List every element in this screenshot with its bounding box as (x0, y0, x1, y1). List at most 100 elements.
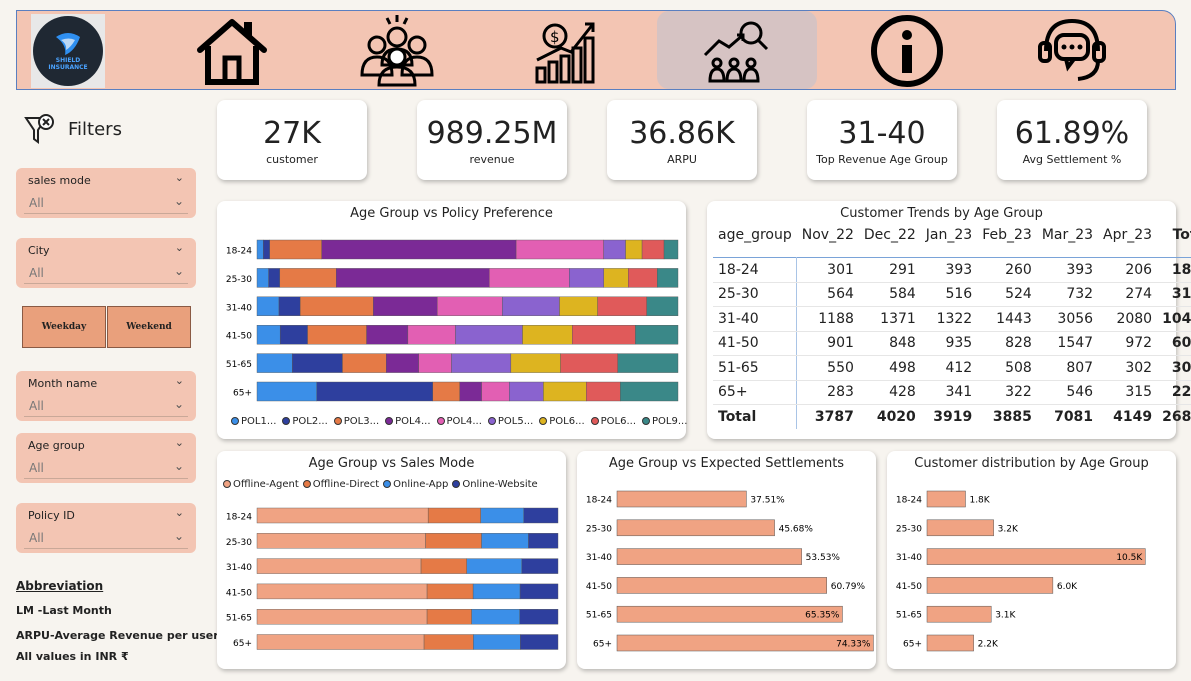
customer-count-bar[interactable] (926, 490, 966, 508)
nav-info[interactable] (827, 11, 987, 91)
policy-bar-segment[interactable] (321, 239, 517, 260)
policy-bar-segment[interactable] (342, 353, 387, 373)
policy-bar-segment[interactable] (432, 381, 460, 402)
policy-bar-segment[interactable] (279, 268, 337, 288)
sales-mode-bar-segment[interactable] (481, 533, 529, 549)
policy-bar-segment[interactable] (481, 381, 510, 402)
sales-mode-bar-segment[interactable] (528, 533, 559, 549)
policy-bar-segment[interactable] (586, 381, 621, 402)
chevron-down-icon[interactable]: ⌄ (174, 194, 184, 208)
column-header[interactable]: Jan_23 (921, 223, 977, 258)
policy-bar-segment[interactable] (543, 381, 587, 402)
policy-bar-segment[interactable] (437, 296, 503, 317)
policy-bar-segment[interactable] (603, 239, 626, 260)
sales-mode-bar-segment[interactable] (425, 533, 482, 549)
settlement-bar[interactable] (616, 577, 827, 594)
legend-item[interactable]: POL5... (487, 416, 533, 427)
slicer-sales-mode[interactable]: sales mode ⌄ All ⌄ (16, 168, 196, 218)
policy-bar-segment[interactable] (569, 268, 604, 288)
chevron-down-icon[interactable]: ⌄ (174, 397, 184, 411)
policy-bar-segment[interactable] (316, 381, 434, 402)
policy-bar-segment[interactable] (336, 268, 490, 288)
sales-mode-bar-segment[interactable] (426, 583, 474, 600)
nav-customers[interactable] (317, 11, 477, 91)
policy-bar-segment[interactable] (278, 296, 301, 317)
slicer-dropdown[interactable]: All ⌄ (24, 397, 188, 417)
policy-bar-segment[interactable] (366, 324, 409, 345)
policy-bar-segment[interactable] (628, 268, 658, 288)
sales-mode-bar-segment[interactable] (256, 608, 428, 625)
policy-bar-segment[interactable] (418, 353, 452, 373)
policy-bar-segment[interactable] (625, 239, 643, 260)
policy-bar-segment[interactable] (373, 296, 438, 317)
chevron-down-icon[interactable]: ⌄ (175, 374, 184, 387)
policy-bar-segment[interactable] (256, 239, 264, 260)
slicer-month-name[interactable]: Month name ⌄ All ⌄ (16, 371, 196, 421)
sales-mode-bar-segment[interactable] (256, 533, 426, 549)
sales-mode-bar-segment[interactable] (256, 558, 422, 574)
column-header[interactable]: age_group (713, 223, 797, 258)
policy-bar-segment[interactable] (617, 353, 679, 373)
policy-bar-segment[interactable] (263, 239, 270, 260)
nav-home[interactable] (152, 11, 312, 91)
chevron-down-icon[interactable]: ⌄ (174, 264, 184, 278)
chevron-down-icon[interactable]: ⌄ (175, 171, 184, 184)
nav-customer-analysis[interactable] (657, 11, 817, 89)
slicer-age-group[interactable]: Age group ⌄ All ⌄ (16, 433, 196, 483)
policy-bar-segment[interactable] (256, 268, 269, 288)
column-header[interactable]: Apr_23 (1098, 223, 1157, 258)
chevron-down-icon[interactable]: ⌄ (175, 436, 184, 449)
customer-count-bar[interactable] (926, 605, 992, 623)
chevron-down-icon[interactable]: ⌄ (175, 241, 184, 254)
policy-bar-segment[interactable] (256, 381, 317, 402)
policy-bar-segment[interactable] (451, 353, 512, 373)
legend-item[interactable]: Online-App (383, 479, 448, 490)
column-header[interactable]: Dec_22 (859, 223, 921, 258)
nav-revenue[interactable]: $ (487, 11, 647, 91)
slicer-dropdown[interactable]: All ⌄ (24, 264, 188, 284)
clear-filter-icon[interactable] (24, 112, 56, 146)
policy-bar-segment[interactable] (269, 239, 322, 260)
policy-bar-segment[interactable] (522, 324, 573, 345)
slicer-policy-id[interactable]: Policy ID ⌄ All ⌄ (16, 503, 196, 553)
policy-bar-segment[interactable] (603, 268, 629, 288)
legend-item[interactable]: POL3... (333, 416, 379, 427)
legend-item[interactable]: POL6... (539, 416, 585, 427)
policy-bar-segment[interactable] (292, 353, 343, 373)
sales-mode-bar-segment[interactable] (426, 608, 472, 625)
sales-mode-bar-segment[interactable] (420, 558, 467, 574)
legend-item[interactable]: POL4... (436, 416, 482, 427)
chevron-down-icon[interactable]: ⌄ (174, 529, 184, 543)
legend-item[interactable]: Online-Website (452, 479, 538, 490)
legend-item[interactable]: POL6... (590, 416, 636, 427)
policy-bar-segment[interactable] (572, 324, 636, 345)
policy-bar-segment[interactable] (663, 239, 679, 260)
policy-bar-segment[interactable] (459, 381, 482, 402)
policy-bar-segment[interactable] (407, 324, 456, 345)
brand-logo[interactable]: SHIELD INSURANCE (31, 14, 105, 88)
policy-bar-segment[interactable] (279, 324, 308, 345)
sales-mode-bar-segment[interactable] (519, 608, 559, 625)
policy-bar-segment[interactable] (657, 268, 679, 288)
slicer-dropdown[interactable]: All ⌄ (24, 459, 188, 479)
legend-item[interactable]: POL9... (642, 416, 687, 427)
weekend-button[interactable]: Weekend (107, 306, 191, 348)
sales-mode-bar-segment[interactable] (256, 583, 428, 600)
column-header[interactable]: Mar_23 (1037, 223, 1098, 258)
column-header[interactable]: Total (1157, 223, 1191, 258)
sales-mode-bar-segment[interactable] (473, 634, 521, 650)
policy-bar-segment[interactable] (641, 239, 665, 260)
chevron-down-icon[interactable]: ⌄ (174, 459, 184, 473)
policy-bar-segment[interactable] (268, 268, 281, 288)
slicer-dropdown[interactable]: All ⌄ (24, 529, 188, 549)
sales-mode-bar-segment[interactable] (480, 507, 524, 524)
policy-bar-segment[interactable] (489, 268, 570, 288)
policy-bar-segment[interactable] (307, 324, 367, 345)
customer-count-bar[interactable] (926, 519, 994, 537)
sales-mode-bar-segment[interactable] (471, 608, 520, 625)
policy-bar-segment[interactable] (597, 296, 647, 317)
slicer-dropdown[interactable]: All ⌄ (24, 194, 188, 214)
policy-bar-segment[interactable] (455, 324, 523, 345)
slicer-city[interactable]: City ⌄ All ⌄ (16, 238, 196, 288)
legend-item[interactable]: Offline-Direct (302, 479, 379, 490)
